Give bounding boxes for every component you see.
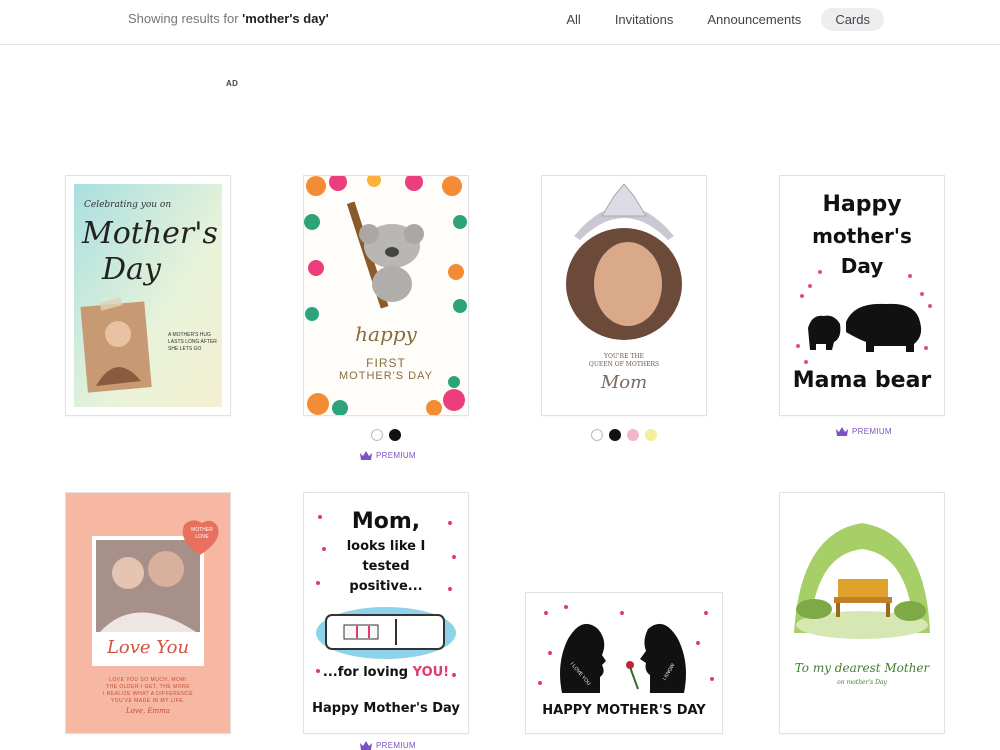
card-tested-positive[interactable]: Mom, looks like I tested positive... ...…	[304, 493, 468, 733]
premium-badge: PREMIUM	[360, 741, 416, 750]
premium-badge: PREMIUM	[836, 427, 892, 436]
card-love-you-photo[interactable]: MOTHER LOVE Love You LOVE YOU SO MUCH, M…	[66, 493, 230, 733]
swatch-black[interactable]	[609, 429, 621, 441]
message-line: YOU'VE MADE IN MY LIFE.	[110, 698, 186, 704]
card-text-happy-mothers-day: HAPPY MOTHER'S DAY	[542, 703, 706, 718]
search-results-header: Showing results for 'mother's day' All I…	[0, 0, 1000, 45]
ad-label: AD	[226, 79, 239, 88]
card-celebrating-mothers-day[interactable]: Celebrating you on Mother's Day A MOTHER…	[66, 176, 230, 415]
message-line: THE OLDER I GET, THE MORE	[105, 684, 191, 690]
premium-label: PREMIUM	[376, 451, 416, 460]
heart-text-love: LOVE	[195, 534, 209, 540]
card-text-mothers: mother's	[812, 224, 912, 248]
card-text-day: Day	[840, 254, 884, 278]
card-text-day: Day	[102, 252, 161, 287]
results-summary: Showing results for 'mother's day'	[128, 11, 329, 26]
message-line: LOVE YOU SO MUCH, MOM!	[109, 677, 187, 683]
card-text-dearest-mother: To my dearest Mother	[794, 661, 930, 675]
card-text-mom: Mom	[600, 372, 648, 393]
quote-line: SHE LETS GO	[168, 346, 202, 352]
quote-line: A MOTHER'S HUG	[168, 332, 211, 338]
filter-cards[interactable]: Cards	[821, 8, 884, 31]
you-text: YOU!	[412, 665, 450, 680]
card-text-on-mothers-day: on mother's Day	[837, 679, 887, 686]
card-text-mothers-day: MOTHER'S DAY	[339, 370, 433, 382]
premium-label: PREMIUM	[376, 741, 416, 750]
search-query: 'mother's day'	[242, 11, 329, 26]
crown-icon	[360, 741, 372, 750]
card-koala-first-mothers-day[interactable]: happy FIRST MOTHER'S DAY	[304, 176, 468, 415]
card-artwork	[780, 493, 944, 733]
card-text-mothers: Mother's	[82, 216, 218, 251]
card-text-happy: happy	[355, 322, 417, 346]
card-text-happy: Happy	[822, 192, 902, 217]
card-garden-bench[interactable]: To my dearest Mother on mother's Day	[780, 493, 944, 733]
card-text-mom: Mom,	[351, 509, 421, 534]
for-loving-text: ...for loving	[322, 665, 413, 680]
swatch-black[interactable]	[389, 429, 401, 441]
card-artwork	[74, 184, 222, 407]
card-text-positive: positive...	[349, 579, 423, 594]
quote-line: LASTS LONG AFTER	[168, 339, 217, 345]
swatch-white[interactable]	[371, 429, 383, 441]
category-filters: All Invitations Announcements Cards	[552, 8, 884, 31]
card-text-mama-bear: Mama bear	[792, 368, 932, 393]
card-queen-of-mothers[interactable]: YOU'RE THE QUEEN OF MOTHERS Mom	[542, 176, 706, 415]
swatch-pink[interactable]	[627, 429, 639, 441]
premium-label: PREMIUM	[852, 427, 892, 436]
color-swatches	[591, 429, 657, 441]
card-text-youre-the: YOU'RE THE	[603, 353, 644, 360]
results-prefix: Showing results for	[128, 11, 243, 26]
message-line: I REALIZE WHAT A DIFFERENCE	[102, 691, 194, 697]
card-text-looks-like: looks like I	[346, 539, 426, 554]
card-silhouettes[interactable]: I LOVE YOU I KNOW HAPPY MOTHER'S DAY	[526, 593, 722, 733]
crown-icon	[360, 451, 372, 460]
filter-invitations[interactable]: Invitations	[601, 8, 688, 31]
heart-text-mother: MOTHER	[191, 527, 213, 533]
card-text-for-loving: ...for loving YOU!	[304, 665, 468, 680]
card-mama-bear[interactable]: Happy mother's Day Mama bear	[780, 176, 944, 415]
card-text-celebrating: Celebrating you on	[84, 200, 172, 210]
card-text-first: FIRST	[366, 356, 406, 370]
swatch-yellow[interactable]	[645, 429, 657, 441]
card-text-message: LOVE YOU SO MUCH, MOM! THE OLDER I GET, …	[66, 677, 230, 705]
card-text-love-you: Love You	[106, 637, 190, 658]
color-swatches	[371, 429, 401, 441]
card-text-signature: Love, Emma	[126, 707, 170, 715]
filter-all[interactable]: All	[552, 8, 594, 31]
card-text-happy-mothers-day: Happy Mother's Day	[312, 701, 460, 716]
filter-announcements[interactable]: Announcements	[693, 8, 815, 31]
swatch-white[interactable]	[591, 429, 603, 441]
premium-badge: PREMIUM	[360, 451, 416, 460]
card-text-queen: QUEEN OF MOTHERS	[588, 361, 660, 368]
crown-icon	[836, 427, 848, 436]
card-text-quote: A MOTHER'S HUG LASTS LONG AFTER SHE LETS…	[168, 332, 217, 353]
card-text-tested: tested	[362, 559, 410, 574]
